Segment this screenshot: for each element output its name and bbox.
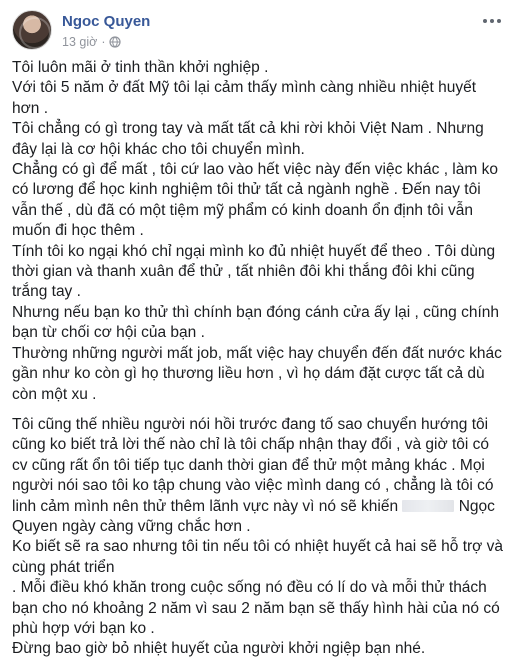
post-paragraph: Đừng bao giờ bỏ nhiệt huyết của người kh… bbox=[12, 640, 426, 658]
more-horizontal-icon bbox=[490, 19, 494, 23]
author-name[interactable]: Ngoc Quyen bbox=[62, 13, 150, 30]
redacted-name bbox=[402, 499, 455, 512]
post-paragraph: Nhưng nếu bạn ko thử thì chính bạn đóng … bbox=[12, 303, 499, 342]
post-paragraph: Tôi chẳng có gì trong tay và mất tất cả … bbox=[12, 120, 484, 158]
post-paragraph: Tính tôi ko ngại khó chỉ ngại mình ko đủ… bbox=[12, 242, 496, 301]
post-meta: 13 giờ · bbox=[62, 35, 122, 49]
post-body: Tôi luôn mãi ở tinh thần khởi nghiệp . V… bbox=[12, 58, 506, 660]
post-paragraph: Với tôi 5 năm ở đất Mỹ tôi lại cảm thấy … bbox=[12, 79, 477, 117]
more-horizontal-icon bbox=[483, 19, 487, 23]
more-options-button[interactable] bbox=[480, 12, 504, 30]
post-paragraph: Thường những người mất job, mất việc hay… bbox=[12, 344, 502, 403]
post-time[interactable]: 13 giờ bbox=[62, 35, 97, 49]
post-paragraph: Tôi luôn mãi ở tinh thần khởi nghiệp . bbox=[12, 59, 269, 76]
more-horizontal-icon bbox=[497, 19, 501, 23]
facebook-post: Ngoc Quyen 13 giờ · Tôi luôn mãi ở tinh … bbox=[0, 0, 516, 657]
post-paragraph: Tôi cũng thế nhiều người nói hồi trước đ… bbox=[12, 415, 506, 537]
post-paragraph: . Mỗi điều khó khăn trong cuộc sống nó đ… bbox=[12, 579, 500, 637]
meta-separator: · bbox=[101, 35, 106, 49]
globe-icon[interactable] bbox=[109, 36, 122, 48]
author-avatar[interactable] bbox=[12, 10, 52, 50]
post-paragraph: Chẳng có gì để mất , tôi cứ lao vào hết … bbox=[12, 161, 498, 240]
post-header: Ngoc Quyen 13 giờ · bbox=[12, 10, 506, 54]
